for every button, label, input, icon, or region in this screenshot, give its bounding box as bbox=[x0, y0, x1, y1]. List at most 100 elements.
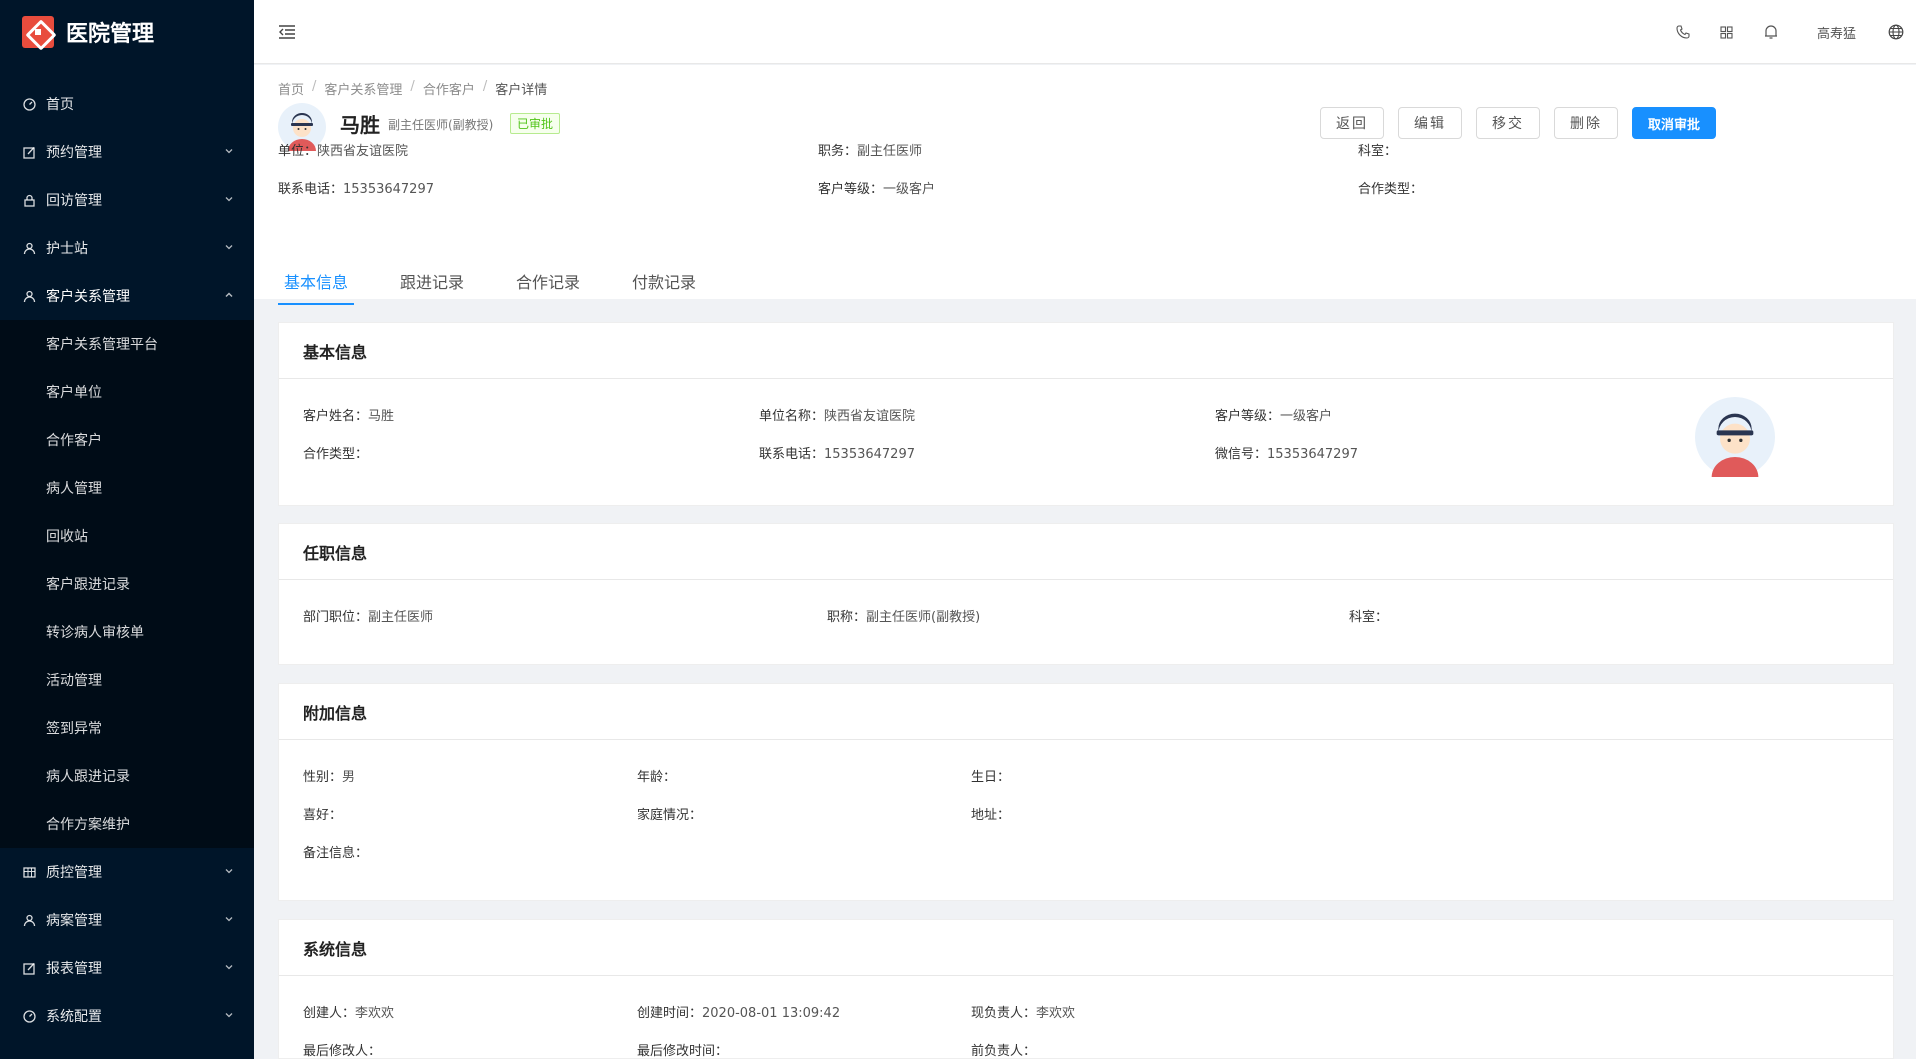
transfer-button[interactable]: 移交 bbox=[1475, 107, 1540, 139]
sidebar-item-nurse-station[interactable]: 护士站 bbox=[0, 224, 254, 272]
field-label: 部门职位： bbox=[303, 610, 369, 625]
meta-label: 联系电话： bbox=[278, 182, 344, 197]
tab-payment[interactable]: 付款记录 bbox=[626, 265, 702, 305]
field-label: 家庭情况： bbox=[637, 808, 703, 823]
field-label: 最后修改人： bbox=[303, 1044, 382, 1059]
field-label: 性别： bbox=[303, 770, 343, 785]
cancel-approval-button[interactable]: 取消审批 bbox=[1631, 107, 1716, 139]
field-phone: 联系电话：15353647297 bbox=[759, 443, 915, 462]
detail-tabs: 基本信息 跟进记录 合作记录 付款记录 bbox=[278, 265, 702, 305]
basic-info-card: 基本信息 客户姓名：马胜 单位名称：陕西省友谊医院 客户等级：一级客户 合作类型… bbox=[278, 322, 1894, 506]
meta-label: 合作类型： bbox=[1358, 182, 1424, 197]
field-label: 创建人： bbox=[303, 1006, 356, 1021]
edit-button[interactable]: 编辑 bbox=[1397, 107, 1462, 139]
sidebar-subitem[interactable]: 合作方案维护 bbox=[0, 800, 254, 848]
sidebar-subitem[interactable]: 客户跟进记录 bbox=[0, 560, 254, 608]
bell-icon[interactable] bbox=[1749, 0, 1793, 64]
field-value: 马胜 bbox=[368, 409, 395, 424]
field-department: 科室： bbox=[1349, 606, 1388, 625]
chevron-up-icon bbox=[224, 290, 234, 303]
field-birthday: 生日： bbox=[971, 766, 1010, 785]
field-family: 家庭情况： bbox=[637, 804, 702, 823]
user-name[interactable]: 高寿猛 bbox=[1793, 23, 1876, 42]
sidebar-subitem[interactable]: 病人管理 bbox=[0, 464, 254, 512]
field-value: 李欢欢 bbox=[1036, 1006, 1076, 1021]
meta-row: 联系电话：15353647297 客户等级：一级客户 合作类型： bbox=[278, 178, 1898, 197]
sidebar-item-crm[interactable]: 客户关系管理 bbox=[0, 272, 254, 320]
breadcrumb: 首页 / 客户关系管理 / 合作客户 / 客户详情 bbox=[278, 79, 547, 98]
breadcrumb-link[interactable]: 首页 bbox=[278, 79, 304, 98]
breadcrumb-link[interactable]: 客户关系管理 bbox=[324, 79, 402, 98]
sidebar-subitem[interactable]: 转诊病人审核单 bbox=[0, 608, 254, 656]
sidebar-item-reports[interactable]: 报表管理 bbox=[0, 944, 254, 992]
menu-fold-icon[interactable] bbox=[278, 22, 298, 42]
field-label: 备注信息： bbox=[303, 846, 369, 861]
tab-basic-info[interactable]: 基本信息 bbox=[278, 265, 355, 305]
sidebar-item-settings[interactable]: 系统配置 bbox=[0, 992, 254, 1040]
card-title: 附加信息 bbox=[279, 684, 1893, 740]
meta-row: 单位：陕西省友谊医院 职务：副主任医师 科室： bbox=[278, 140, 1898, 159]
user-icon bbox=[22, 289, 36, 303]
tab-follow-up[interactable]: 跟进记录 bbox=[394, 265, 470, 305]
field-value: 陕西省友谊医院 bbox=[824, 409, 916, 424]
meta-value: 副主任医师 bbox=[857, 144, 923, 159]
sidebar-item-label: 质控管理 bbox=[46, 865, 102, 881]
sidebar-subitem[interactable]: 回收站 bbox=[0, 512, 254, 560]
user-icon bbox=[22, 241, 36, 255]
dashboard-icon bbox=[22, 1009, 36, 1023]
sidebar-subitem[interactable]: 合作客户 bbox=[0, 416, 254, 464]
globe-icon[interactable] bbox=[1876, 24, 1916, 40]
field-modifier: 最后修改人： bbox=[303, 1040, 381, 1059]
page-header: 首页 / 客户关系管理 / 合作客户 / 客户详情 马胜 副主任医师(副教授) … bbox=[254, 65, 1916, 305]
sidebar-subitem[interactable]: 活动管理 bbox=[0, 656, 254, 704]
sidebar-item-quality[interactable]: 质控管理 bbox=[0, 848, 254, 896]
system-info-card: 系统信息 创建人：李欢欢 创建时间：2020-08-01 13:09:42 现负… bbox=[278, 919, 1894, 1059]
meta-coop-type: 合作类型： bbox=[1358, 178, 1898, 197]
user-icon bbox=[22, 913, 36, 927]
field-dept-position: 部门职位：副主任医师 bbox=[303, 606, 433, 625]
sidebar-subitem[interactable]: 客户关系管理平台 bbox=[0, 320, 254, 368]
sidebar-item-appointments[interactable]: 预约管理 bbox=[0, 128, 254, 176]
tab-cooperation[interactable]: 合作记录 bbox=[510, 265, 586, 305]
field-address: 地址： bbox=[971, 804, 1010, 823]
edit-icon bbox=[22, 961, 36, 975]
app-title: 医院管理 bbox=[66, 22, 155, 47]
field-age: 年龄： bbox=[637, 766, 676, 785]
hospital-logo-icon bbox=[22, 16, 54, 48]
breadcrumb-separator: / bbox=[410, 79, 415, 94]
top-header: 高寿猛 bbox=[254, 0, 1916, 64]
apps-grid-icon[interactable] bbox=[1705, 0, 1749, 64]
field-label: 喜好： bbox=[303, 808, 343, 823]
breadcrumb-separator: / bbox=[312, 79, 317, 94]
logo[interactable]: 医院管理 bbox=[0, 0, 254, 64]
sidebar-item-label: 客户关系管理 bbox=[46, 289, 130, 305]
breadcrumb-link[interactable]: 合作客户 bbox=[423, 79, 475, 98]
meta-phone: 联系电话：15353647297 bbox=[278, 178, 818, 197]
sidebar-subitem[interactable]: 病人跟进记录 bbox=[0, 752, 254, 800]
sidebar-item-followup[interactable]: 回访管理 bbox=[0, 176, 254, 224]
chevron-down-icon bbox=[224, 194, 234, 207]
meta-department: 科室： bbox=[1358, 140, 1898, 159]
field-label: 联系电话： bbox=[759, 447, 825, 462]
field-value: 副主任医师(副教授) bbox=[866, 610, 981, 625]
chevron-down-icon bbox=[224, 962, 234, 975]
crm-submenu: 客户关系管理平台 客户单位 合作客户 病人管理 回收站 客户跟进记录 转诊病人审… bbox=[0, 320, 254, 848]
breadcrumb-current: 客户详情 bbox=[495, 83, 548, 98]
sidebar-item-home[interactable]: 首页 bbox=[0, 80, 254, 128]
field-coop-type: 合作类型： bbox=[303, 443, 368, 462]
field-level: 客户等级：一级客户 bbox=[1215, 405, 1332, 424]
sidebar-item-label: 报表管理 bbox=[46, 961, 102, 977]
meta-value: 陕西省友谊医院 bbox=[317, 144, 409, 159]
sidebar-subitem[interactable]: 客户单位 bbox=[0, 368, 254, 416]
delete-button[interactable]: 删除 bbox=[1553, 107, 1618, 139]
sidebar-subitem[interactable]: 签到异常 bbox=[0, 704, 254, 752]
field-label: 最后修改时间： bbox=[637, 1044, 729, 1059]
field-modified-at: 最后修改时间： bbox=[637, 1040, 728, 1059]
back-button[interactable]: 返回 bbox=[1319, 107, 1384, 139]
extra-info-card: 附加信息 性别：男 年龄： 生日： 喜好： 家庭情况： 地址： 备注信息： bbox=[278, 683, 1894, 901]
phone-icon[interactable] bbox=[1661, 0, 1705, 64]
person-title: 副主任医师(副教授) bbox=[388, 118, 494, 132]
sidebar-item-label: 病案管理 bbox=[46, 913, 102, 929]
meta-label: 单位： bbox=[278, 144, 318, 159]
sidebar-item-records[interactable]: 病案管理 bbox=[0, 896, 254, 944]
